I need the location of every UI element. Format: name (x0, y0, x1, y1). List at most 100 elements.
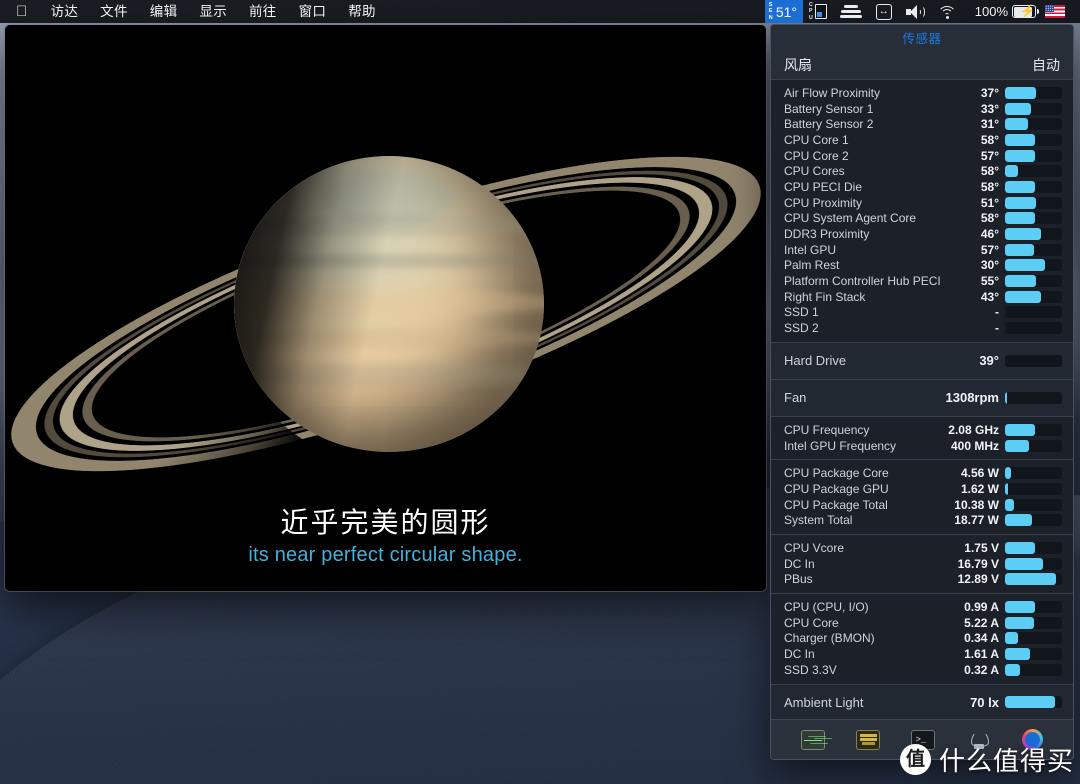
sensor-row[interactable]: CPU Package Total 10.38 W (771, 497, 1073, 513)
sensor-bar (1005, 228, 1062, 241)
sensor-row[interactable]: Intel GPU Frequency 400 MHz (771, 438, 1073, 454)
menu-item-help[interactable]: 帮助 (337, 0, 387, 23)
sensor-temp-status-item[interactable]: S E N 51° (764, 0, 803, 23)
sensor-row[interactable]: PBus 12.89 V (771, 572, 1073, 588)
sensor-row[interactable]: Platform Controller Hub PECI 55° (771, 273, 1073, 289)
sensor-row[interactable]: CPU PECI Die 58° (771, 179, 1073, 195)
sensor-bar (1005, 259, 1062, 272)
sensor-row[interactable]: DC In 1.61 A (771, 646, 1073, 662)
sensor-bar-fill (1005, 663, 1021, 676)
cpu-usage-status-item[interactable]: C P U (803, 0, 833, 23)
sensor-value: 0.34 A (964, 631, 999, 646)
sensor-value: 31° (980, 117, 999, 132)
sensor-row[interactable]: Right Fin Stack 43° (771, 289, 1073, 305)
apple-menu-icon[interactable]:  (10, 0, 40, 23)
wifi-status-item[interactable] (931, 0, 964, 23)
sensor-row[interactable]: Palm Rest 30° (771, 258, 1073, 274)
sensor-row[interactable]: Charger (BMON) 0.34 A (771, 631, 1073, 647)
sensor-label: DC In (784, 556, 815, 571)
warning-log-icon[interactable] (856, 729, 881, 750)
sensor-bar-fill (1005, 696, 1056, 709)
menu-item-finder[interactable]: 访达 (40, 0, 90, 23)
watermark-text: 什么值得买 (938, 746, 1074, 776)
sensor-bar-fill (1005, 601, 1036, 614)
cpu-graph-icon (814, 4, 827, 19)
disk-stack-icon (839, 5, 862, 18)
sensor-label: DDR3 Proximity (784, 227, 870, 242)
sensor-row[interactable]: CPU Core 5.22 A (771, 615, 1073, 631)
panel-titlebar: 传感器 (771, 25, 1073, 50)
sensor-row[interactable]: CPU (CPU, I/O) 0.99 A (771, 599, 1073, 615)
sensor-label: System Total (784, 513, 853, 528)
sensor-row[interactable]: SSD 3.3V 0.32 A (771, 662, 1073, 678)
sensor-bar-fill (1005, 118, 1029, 131)
menu-item-window[interactable]: 窗口 (288, 0, 338, 23)
menu-item-file[interactable]: 文件 (89, 0, 139, 23)
sensor-bar-fill (1005, 541, 1036, 554)
sensor-row[interactable]: CPU Frequency 2.08 GHz (771, 422, 1073, 438)
video-player-window[interactable]: 近乎完美的圆形 its near perfect circular shape. (5, 25, 766, 591)
sensor-row[interactable]: Intel GPU 57° (771, 242, 1073, 258)
activity-monitor-icon[interactable] (800, 729, 825, 750)
sensor-row[interactable]: SSD 2 - (771, 320, 1073, 336)
sensor-bar-fill (1005, 243, 1035, 256)
sensor-label: CPU PECI Die (784, 179, 863, 194)
sensor-bar-fill (1005, 439, 1029, 452)
sensor-bar-fill (1005, 482, 1008, 495)
sensor-label: Battery Sensor 2 (784, 117, 874, 132)
istat-sensors-panel[interactable]: 传感器 风扇 自动 Air Flow Proximity 37° Battery S… (770, 24, 1074, 760)
fan-control-row[interactable]: 风扇 自动 (771, 50, 1073, 80)
sensor-label: Air Flow Proximity (784, 85, 881, 100)
menubar-left:  访达 文件 编辑 显示 前往 窗口 帮助 (0, 0, 387, 23)
sensor-label: Hard Drive (784, 353, 847, 368)
sensor-row[interactable]: DDR3 Proximity 46° (771, 226, 1073, 242)
macos-menubar[interactable]:  访达 文件 编辑 显示 前往 窗口 帮助 S E N 51° C P U (0, 0, 1080, 23)
sensor-row[interactable]: System Total 18.77 W (771, 512, 1073, 528)
menu-item-go[interactable]: 前往 (238, 0, 288, 23)
sensor-bar (1005, 165, 1062, 178)
sensor-bar-fill (1005, 632, 1018, 645)
saturn-terminator (233, 156, 544, 452)
sensor-value: 1308rpm (945, 390, 999, 405)
disk-activity-status-item[interactable] (833, 0, 869, 23)
saturn-planet (233, 156, 544, 452)
sensor-bar (1005, 180, 1062, 193)
sensor-label: Intel GPU Frequency (784, 438, 897, 453)
sensor-label: CPU Proximity (784, 195, 863, 210)
sensor-row[interactable]: Battery Sensor 1 33° (771, 101, 1073, 117)
sensor-row[interactable]: CPU Core 2 57° (771, 148, 1073, 164)
sensor-label: CPU System Agent Core (784, 211, 917, 226)
menubar-status-area: S E N 51° C P U ↔ 100% ⚡ (764, 0, 1080, 23)
sensor-row[interactable]: CPU Proximity 51° (771, 195, 1073, 211)
sensor-bar-fill (1005, 149, 1035, 162)
sensor-row[interactable]: CPU System Agent Core 58° (771, 211, 1073, 227)
volume-status-item[interactable] (899, 0, 931, 23)
sensor-row[interactable]: CPU Package Core 4.56 W (771, 465, 1073, 481)
sensor-group-temperatures: Air Flow Proximity 37° Battery Sensor 1 33°… (771, 80, 1073, 343)
sensor-row[interactable]: CPU Vcore 1.75 V (771, 540, 1073, 556)
sensor-row[interactable]: DC In 16.79 V (771, 556, 1073, 572)
sensor-bar (1005, 423, 1062, 436)
sensor-label: Charger (BMON) (784, 631, 875, 646)
sensor-group-hard-drive: Hard Drive 39° (771, 343, 1073, 380)
sensor-row[interactable]: Battery Sensor 2 31° (771, 116, 1073, 132)
sensor-label: Right Fin Stack (784, 289, 866, 304)
sensor-row[interactable]: CPU Cores 58° (771, 163, 1073, 179)
sensor-row[interactable]: Fan 1308rpm (771, 385, 1073, 410)
menu-item-view[interactable]: 显示 (188, 0, 238, 23)
sensor-row[interactable]: CPU Package GPU 1.62 W (771, 481, 1073, 497)
fan-mode-value[interactable]: 自动 (1032, 55, 1060, 75)
network-status-item[interactable]: ↔ (869, 0, 899, 23)
sensor-row[interactable]: SSD 1 - (771, 305, 1073, 321)
sensor-value: 33° (980, 101, 999, 116)
menu-item-edit[interactable]: 编辑 (139, 0, 189, 23)
sensor-bar (1005, 290, 1062, 303)
sensor-value: 10.38 W (954, 497, 999, 512)
sensor-row[interactable]: Hard Drive 39° (771, 348, 1073, 373)
sensor-row[interactable]: Air Flow Proximity 37° (771, 85, 1073, 101)
input-language-status-item[interactable] (1038, 0, 1072, 23)
battery-status-item[interactable]: 100% ⚡ (964, 0, 1039, 23)
sensor-row[interactable]: Ambient Light 70 lx (771, 690, 1073, 715)
sensor-bar (1005, 573, 1062, 586)
sensor-row[interactable]: CPU Core 1 58° (771, 132, 1073, 148)
